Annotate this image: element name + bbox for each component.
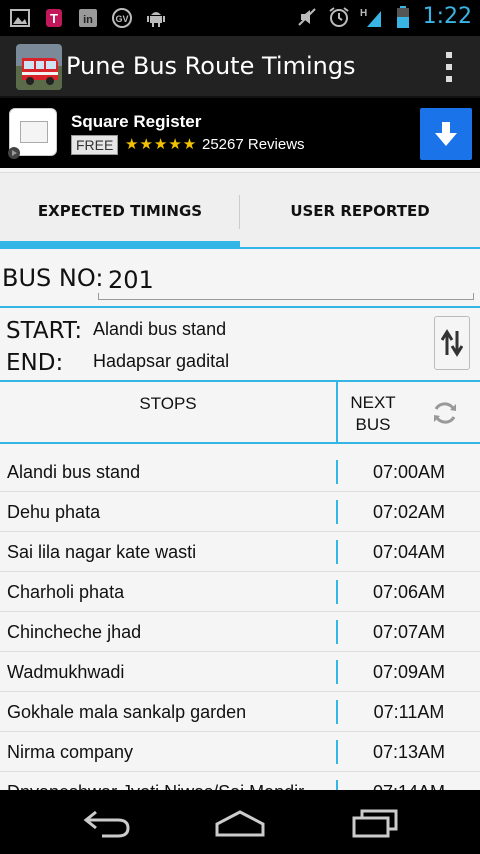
start-stop-value[interactable]: Alandi bus stand bbox=[93, 319, 226, 340]
home-icon[interactable] bbox=[210, 806, 270, 840]
tab-user-reported[interactable]: USER REPORTED bbox=[240, 173, 480, 249]
swap-arrows-icon bbox=[441, 329, 463, 357]
next-bus-time: 07:02AM bbox=[372, 502, 446, 522]
table-row[interactable]: Alandi bus stand 07:00AM bbox=[0, 452, 480, 492]
download-arrow-icon bbox=[435, 122, 457, 146]
next-bus-time: 07:00AM bbox=[372, 462, 446, 482]
recent-apps-icon[interactable] bbox=[345, 806, 405, 840]
ad-banner[interactable]: Square Register FREE ★★★★★ 25267 Reviews bbox=[0, 100, 480, 168]
ad-title[interactable]: Square Register bbox=[71, 112, 201, 132]
start-label: START: bbox=[6, 318, 83, 344]
ad-download-button[interactable] bbox=[420, 108, 472, 160]
end-stop-value[interactable]: Hadapsar gadital bbox=[93, 351, 229, 372]
ad-price-badge: FREE bbox=[71, 135, 119, 155]
tab-expected-timings[interactable]: EXPECTED TIMINGS bbox=[0, 173, 240, 249]
svg-text:H: H bbox=[360, 8, 367, 19]
table-row[interactable]: Dnyaneshwar Jyoti Niwas/Sai Mandir 07:14A… bbox=[0, 772, 480, 790]
stops-list: Alandi bus stand 07:00AM Dehu phata 07:02AM… bbox=[0, 452, 480, 790]
table-row[interactable]: Chincheche jhad 07:07AM bbox=[0, 612, 480, 652]
next-bus-time: 07:09AM bbox=[372, 662, 446, 682]
svg-text:GV: GV bbox=[115, 14, 128, 24]
stop-name: Gokhale mala sankalp garden bbox=[7, 702, 247, 722]
column-header-stops: STOPS bbox=[139, 394, 197, 413]
next-bus-time: 07:13AM bbox=[372, 742, 446, 762]
table-row[interactable]: Wadmukhwadi 07:09AM bbox=[0, 652, 480, 692]
stop-name: Alandi bus stand bbox=[7, 462, 141, 482]
ad-review-count: 25267 Reviews bbox=[202, 136, 305, 153]
stop-name: Charholi phata bbox=[7, 582, 125, 602]
next-bus-time: 07:11AM bbox=[373, 702, 445, 722]
stop-name: Sai lila nagar kate wasti bbox=[7, 542, 197, 562]
bus-number-label: BUS NO: bbox=[2, 264, 104, 292]
next-bus-time: 07:14AM bbox=[338, 782, 480, 790]
refresh-icon[interactable] bbox=[430, 398, 460, 428]
divider bbox=[0, 306, 480, 308]
t-mobile-icon: T bbox=[42, 6, 66, 30]
battery-icon bbox=[391, 5, 415, 29]
overflow-menu-icon[interactable] bbox=[444, 52, 454, 82]
star-rating: ★★★★★ bbox=[125, 136, 198, 153]
main-content: EXPECTED TIMINGS USER REPORTED BUS NO: 2… bbox=[0, 168, 480, 790]
tab-bar: EXPECTED TIMINGS USER REPORTED bbox=[0, 172, 480, 249]
stop-name: Chincheche jhad bbox=[7, 622, 142, 642]
svg-text:T: T bbox=[50, 11, 58, 26]
google-voice-icon: GV bbox=[110, 6, 134, 30]
android-icon bbox=[144, 6, 168, 30]
table-row[interactable]: Nirma company 07:13AM bbox=[0, 732, 480, 772]
image-icon bbox=[8, 6, 32, 30]
navigation-bar bbox=[0, 790, 480, 854]
next-bus-time: 07:04AM bbox=[372, 542, 446, 562]
next-bus-time: 07:06AM bbox=[372, 582, 446, 602]
table-row[interactable]: Sai lila nagar kate wasti 07:04AM bbox=[0, 532, 480, 572]
ad-info-icon[interactable] bbox=[6, 146, 24, 160]
end-label: END: bbox=[6, 350, 64, 376]
swap-route-button[interactable] bbox=[434, 316, 470, 370]
bus-icon[interactable] bbox=[16, 44, 62, 90]
svg-text:in: in bbox=[83, 14, 93, 26]
table-row[interactable]: Charholi phata 07:06AM bbox=[0, 572, 480, 612]
alarm-icon bbox=[327, 5, 351, 29]
next-bus-time: 07:07AM bbox=[372, 622, 446, 642]
tab-selected-indicator bbox=[0, 241, 240, 249]
column-header-next-bus: NEXT BUS bbox=[350, 393, 396, 434]
divider bbox=[0, 442, 480, 444]
status-bar: T in GV H 1:22 bbox=[0, 0, 480, 36]
stop-name: Dehu phata bbox=[7, 502, 101, 522]
back-icon[interactable] bbox=[77, 806, 137, 840]
page-title: Pune Bus Route Timings bbox=[66, 52, 356, 80]
stop-name: Wadmukhwadi bbox=[7, 662, 125, 682]
linkedin-icon: in bbox=[76, 6, 100, 30]
table-row[interactable]: Dehu phata 07:02AM bbox=[0, 492, 480, 532]
table-row[interactable]: Gokhale mala sankalp garden 07:11AM bbox=[0, 692, 480, 732]
signal-icon: H bbox=[359, 5, 383, 29]
action-bar: Pune Bus Route Timings bbox=[0, 36, 480, 98]
stop-name: Nirma company bbox=[7, 742, 134, 762]
bus-number-input[interactable]: 201 bbox=[98, 258, 474, 300]
table-header: STOPS NEXT BUS bbox=[0, 382, 480, 442]
clock-time: 1:22 bbox=[422, 4, 472, 29]
mute-icon bbox=[295, 5, 319, 29]
stop-name: Dnyaneshwar Jyoti Niwas/Sai Mandir bbox=[7, 782, 304, 790]
